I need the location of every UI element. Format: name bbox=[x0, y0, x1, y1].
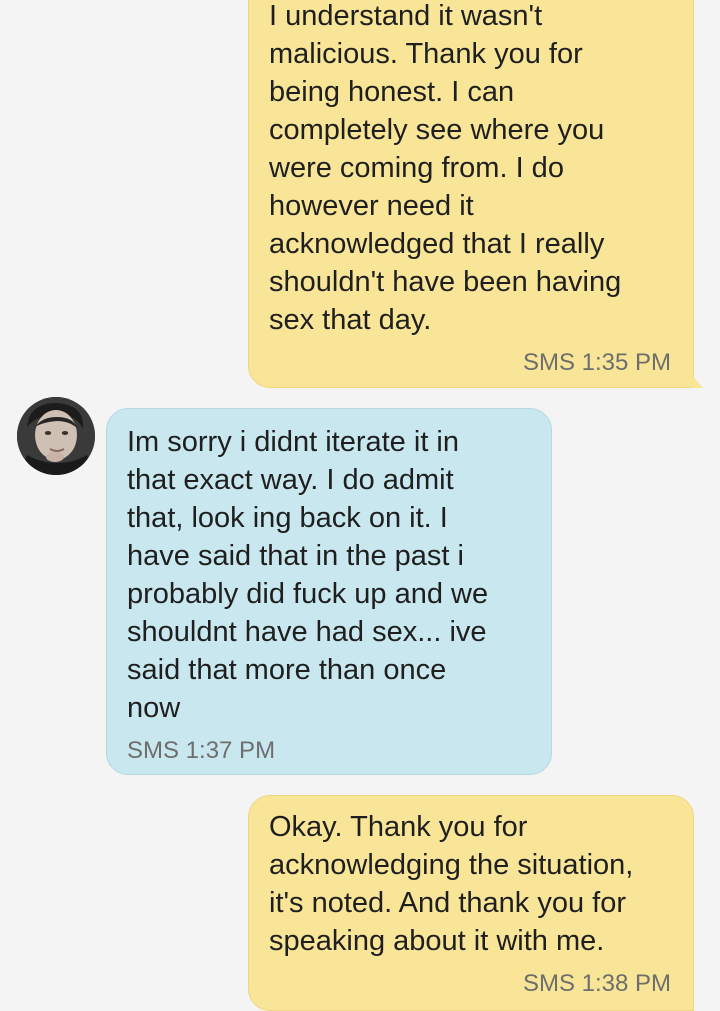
message-timestamp: SMS 1:38 PM bbox=[522, 970, 671, 997]
message-text: Okay. Thank you for acknowledging the si… bbox=[269, 811, 634, 957]
bubble-tail bbox=[691, 374, 703, 388]
message-timestamp: SMS 1:35 PM bbox=[522, 349, 671, 376]
contact-avatar[interactable] bbox=[17, 397, 95, 475]
message-text: Im sorry i didnt iterate it in that exac… bbox=[127, 426, 489, 724]
message-thread[interactable]: I understand it wasn't malicious. Thank … bbox=[0, 0, 720, 1011]
contact-photo-icon bbox=[17, 397, 95, 475]
sent-message-bubble[interactable]: I understand it wasn't malicious. Thank … bbox=[248, 0, 703, 388]
received-message-bubble[interactable]: Im sorry i didnt iterate it in that exac… bbox=[106, 408, 552, 775]
message-timestamp: SMS 1:37 PM bbox=[127, 737, 276, 764]
sent-message-bubble[interactable]: Okay. Thank you for acknowledging the si… bbox=[248, 795, 694, 1011]
message-text: I understand it wasn't malicious. Thank … bbox=[269, 0, 622, 336]
